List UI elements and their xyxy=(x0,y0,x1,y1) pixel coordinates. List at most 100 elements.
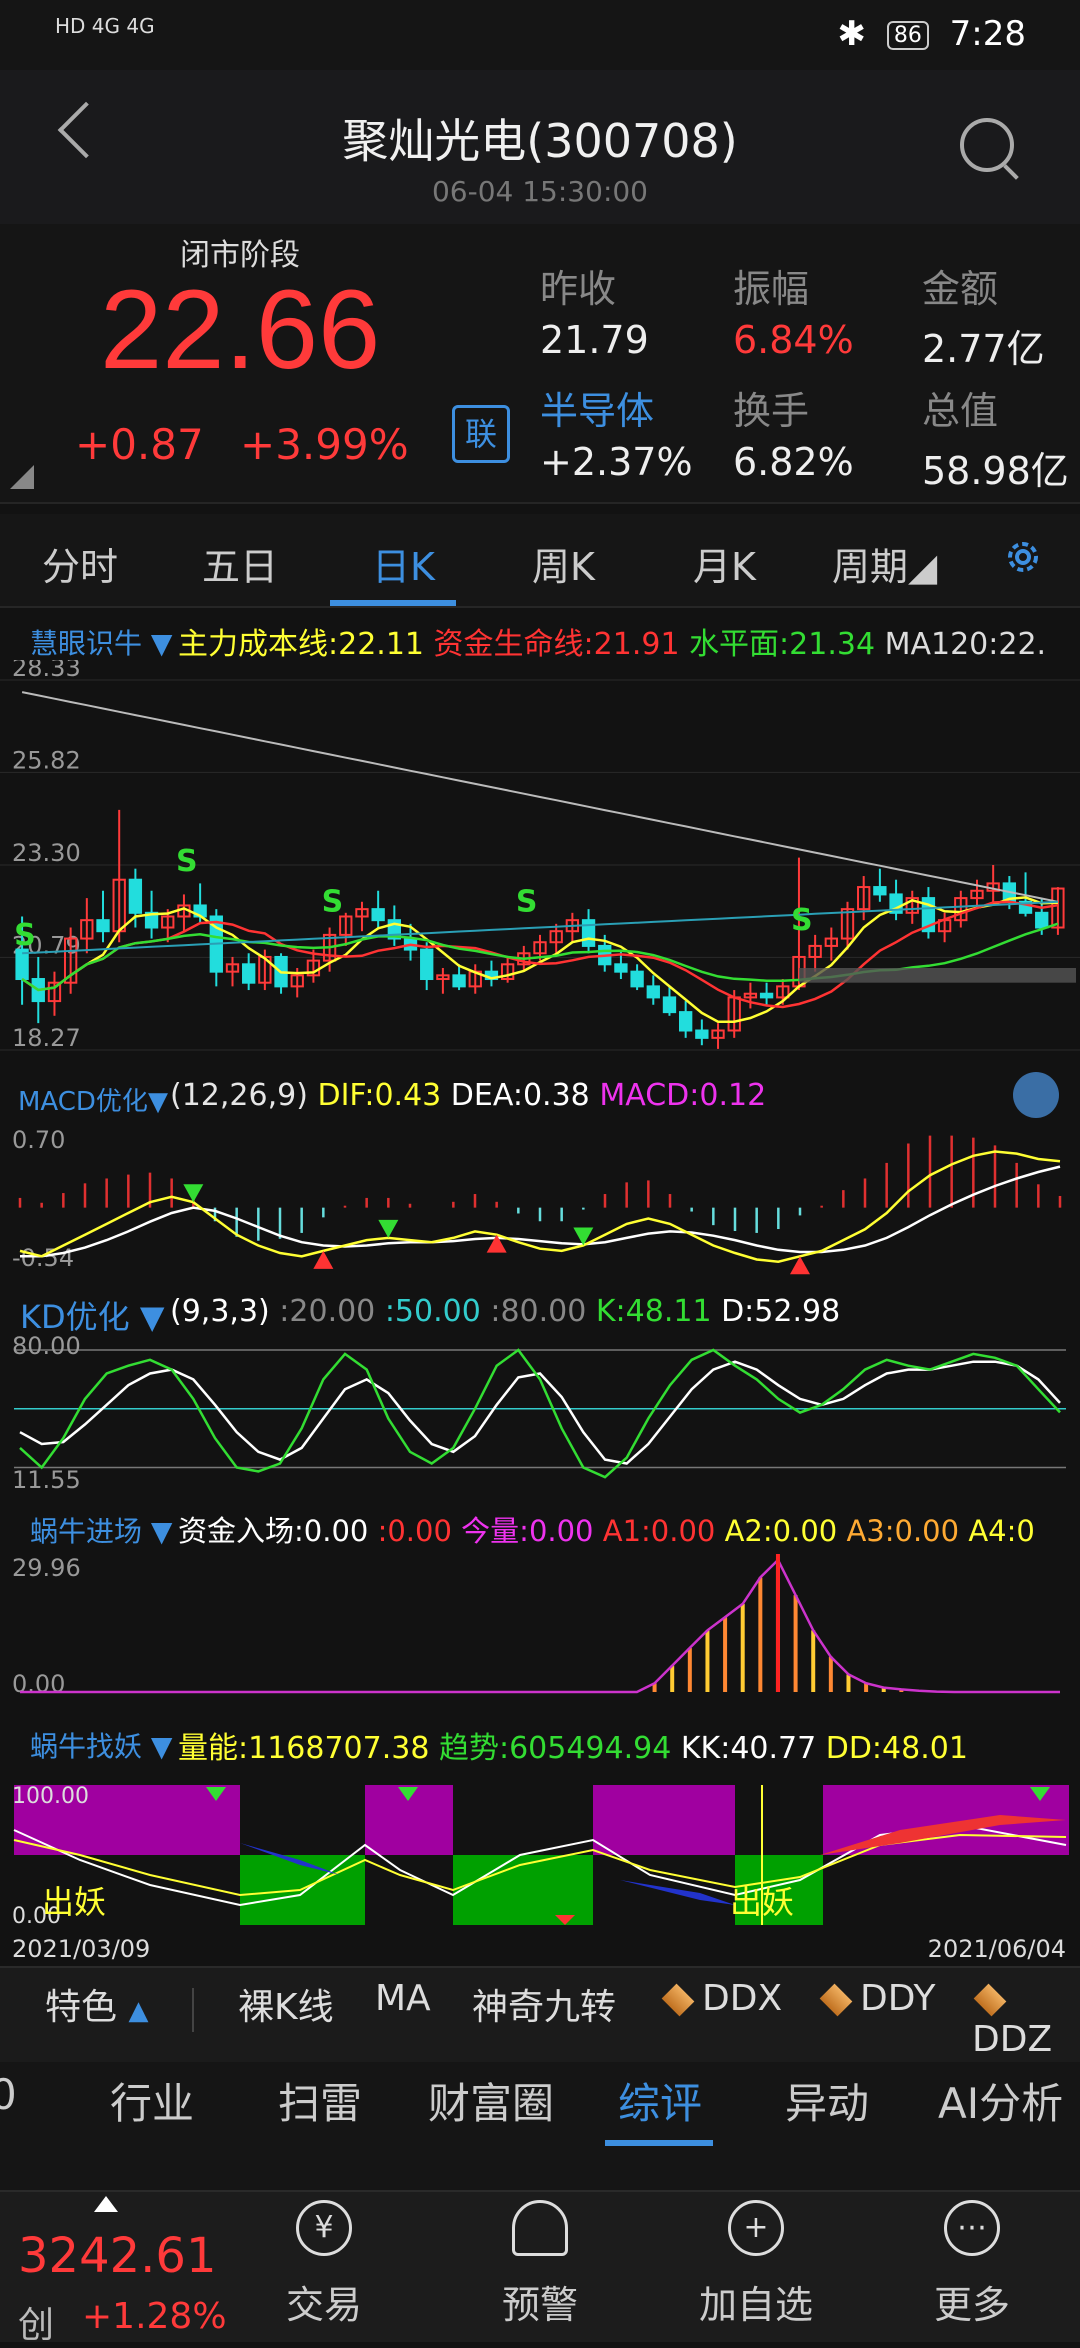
find-date-start: 2021/03/09 xyxy=(12,1935,150,1963)
feature-magic-nine[interactable]: 神奇九转 xyxy=(472,1978,616,2030)
quote-field-value: 21.79 xyxy=(540,318,649,362)
snail-entry-legend: 资金入场:0.00 :0.00 今量:0.00 A1:0.00 A2:0.00 … xyxy=(178,1508,1035,1550)
kline-legend-label-2: 水平面: xyxy=(689,627,790,662)
info-tab-6[interactable]: AI分析 xyxy=(938,2070,1063,2131)
snail-find-chart[interactable]: 100.000.00出妖 出妖2021/03/09 2021/06/04 xyxy=(0,1765,1080,1965)
macd-legend-value-0: 0.43 xyxy=(374,1078,451,1113)
snail-entry-select[interactable]: 蜗牛进场 ▼ xyxy=(30,1510,172,1550)
find-legend-value-0: 1168707.38 xyxy=(248,1731,439,1766)
entry-legend-label-3: A1: xyxy=(602,1514,651,1548)
kline-legend-label-0: 主力成本线: xyxy=(178,627,339,662)
settings-gear-icon[interactable] xyxy=(1003,537,1043,577)
entry-y-tick: 0.00 xyxy=(12,1670,65,1698)
stock-title: 聚灿光电(300708) xyxy=(342,114,738,168)
kd-indicator-select[interactable]: KD优化 ▼ xyxy=(20,1292,164,1338)
search-icon[interactable] xyxy=(960,118,1014,172)
feature-ddy[interactable]: DDY xyxy=(818,1978,935,2019)
kline-chart[interactable]: 28.3325.8223.3020.7918.27SSS SS xyxy=(0,660,1080,1065)
quote-field-value: +2.37% xyxy=(540,440,693,484)
quote-field-value: 2.77亿 xyxy=(922,327,1045,371)
more-label: 更多 xyxy=(933,2283,1010,2327)
more-button[interactable]: ⋯ 更多 xyxy=(902,2200,1042,2329)
find-legend-value-1: 605494.94 xyxy=(509,1731,681,1766)
kline-signal-marker: S xyxy=(176,844,198,879)
macd-legend-value-2: 0.12 xyxy=(699,1078,767,1113)
kline-candle-body xyxy=(695,1029,709,1039)
info-tab-2[interactable]: 扫雷 xyxy=(278,2070,362,2131)
status-right-group: ✱ 86 7:28 xyxy=(838,14,1026,54)
feature-menu-button[interactable]: 特色 ▲ xyxy=(45,1978,148,2030)
macd-cross-arrow xyxy=(378,1219,399,1238)
active-info-tab-indicator xyxy=(605,2140,713,2146)
find-legend-label-1: 趋势: xyxy=(438,1731,510,1766)
add-watchlist-button[interactable]: + 加自选 xyxy=(686,2200,826,2329)
info-tab-0[interactable]: 0 xyxy=(0,2070,17,2119)
kline-candle-body xyxy=(630,970,644,988)
tab-period-4[interactable]: 月K xyxy=(693,536,756,591)
kline-indicator-select[interactable]: 慧眼识牛 ▼ xyxy=(30,622,172,662)
entry-legend-value-1: 0.00 xyxy=(387,1514,462,1548)
link-badge[interactable]: 联 xyxy=(452,405,510,463)
feature-ddz[interactable]: DDZ xyxy=(972,1978,1080,2060)
alert-label: 预警 xyxy=(501,2283,578,2327)
kd-legend-label-0: K: xyxy=(595,1294,626,1329)
feature-ma[interactable]: MA xyxy=(375,1978,431,2019)
kline-candle-body xyxy=(96,919,110,933)
expand-icon[interactable] xyxy=(1013,1072,1059,1118)
tab-period-5[interactable]: 周期◢ xyxy=(832,536,937,591)
kline-legend-label-3: MA120: xyxy=(884,627,999,662)
tab-period-3[interactable]: 周K xyxy=(532,536,595,591)
entry-y-tick: 29.96 xyxy=(12,1554,81,1582)
macd-indicator-select[interactable]: MACD优化▼ xyxy=(18,1081,168,1118)
kd-params: (9,3,3) xyxy=(170,1294,280,1329)
macd-chart[interactable]: 0.70 -0.54 xyxy=(0,1118,1080,1278)
snail-find-name: 蜗牛找妖 xyxy=(30,1730,143,1763)
info-tab-5[interactable]: 异动 xyxy=(785,2070,869,2131)
clock-time: 7:28 xyxy=(949,14,1026,54)
macd-y-tick: 0.70 xyxy=(12,1126,65,1154)
feature-ddx[interactable]: DDX xyxy=(660,1978,782,2019)
info-tab-4[interactable]: 综评 xyxy=(618,2070,702,2131)
trade-button[interactable]: ¥ 交易 xyxy=(254,2200,394,2329)
kd-legend: (9,3,3) :20.00 :50.00 :80.00 K:48.11 D:5… xyxy=(170,1294,840,1329)
quote-field-label: 金额 xyxy=(922,267,999,311)
kline-candle-body xyxy=(759,992,774,999)
price-change: +0.87 xyxy=(75,420,204,469)
macd-y-tick: -0.54 xyxy=(12,1244,74,1272)
index-change: +1.28% xyxy=(82,2296,227,2337)
kline-candle-body xyxy=(662,996,677,1014)
kline-y-tick: 28.33 xyxy=(12,660,81,682)
quote-field-label[interactable]: 半导体 xyxy=(540,380,654,435)
index-value[interactable]: 3242.61 xyxy=(18,2228,217,2284)
kline-candle-body xyxy=(371,908,385,922)
tab-period-2[interactable]: 日K xyxy=(372,536,435,591)
entry-legend-label-1: : xyxy=(377,1514,388,1548)
find-date-end: 2021/06/04 xyxy=(928,1935,1066,1963)
info-tab-3[interactable]: 财富圈 xyxy=(428,2070,554,2131)
expand-up-icon[interactable] xyxy=(94,2196,118,2212)
kline-y-tick: 25.82 xyxy=(12,746,81,774)
kline-legend: 主力成本线:22.11 资金生命线:21.91 水平面:21.34 MA120:… xyxy=(178,619,1046,663)
find-zone xyxy=(453,1855,593,1925)
info-tab-1[interactable]: 行业 xyxy=(110,2070,194,2131)
alert-button[interactable]: 预警 xyxy=(470,2200,610,2329)
l2-badge-icon xyxy=(661,1983,695,2017)
tab-period-1[interactable]: 五日 xyxy=(202,536,278,591)
tab-period-0[interactable]: 分时 xyxy=(42,536,118,591)
quote-field-label: 振幅 xyxy=(733,267,810,311)
kline-candle-body xyxy=(1035,911,1049,929)
find-legend-value-2: 40.77 xyxy=(730,1731,826,1766)
entry-legend-label-5: A3: xyxy=(846,1514,895,1548)
feature-naked-kline[interactable]: 裸K线 xyxy=(238,1978,334,2030)
kd-chart[interactable]: 80.00 11.55 xyxy=(0,1336,1080,1501)
quote-timestamp: 06-04 15:30:00 xyxy=(431,175,648,208)
macd-legend-label-0: DIF: xyxy=(317,1078,375,1113)
divider xyxy=(192,1988,194,2032)
snail-find-select[interactable]: 蜗牛找妖 ▼ xyxy=(30,1725,172,1765)
kline-candle-body xyxy=(678,1011,693,1032)
kline-signal-marker: S xyxy=(14,918,36,953)
snail-entry-chart[interactable]: 29.96 0.00 xyxy=(0,1550,1080,1710)
feature-ddy-label: DDY xyxy=(860,1978,936,2019)
entry-legend-label-2: 今量: xyxy=(461,1514,529,1548)
quote-field-label: 总值 xyxy=(922,389,999,433)
